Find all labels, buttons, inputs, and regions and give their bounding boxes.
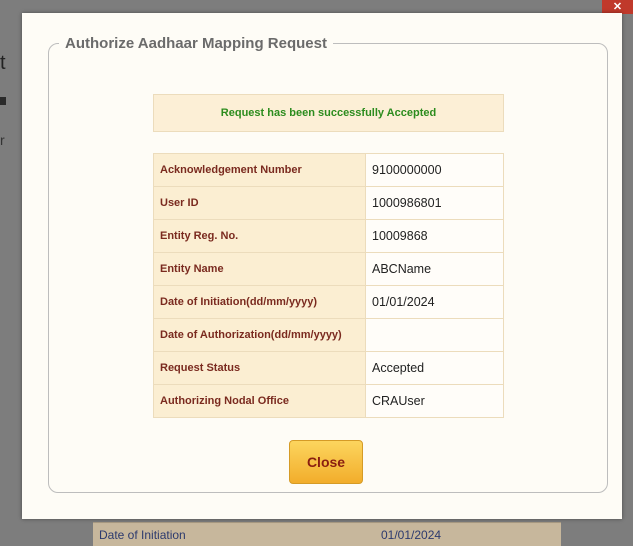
table-row: Date of Initiation(dd/mm/yyyy) 01/01/202…: [153, 285, 504, 319]
background-text-fragment: r: [0, 132, 5, 148]
background-table-row: Date of Initiation 01/01/2024: [93, 522, 561, 546]
table-row: Entity Reg. No. 10009868: [153, 219, 504, 253]
table-row: Acknowledgement Number 9100000000: [153, 153, 504, 187]
row-value: Accepted: [365, 351, 504, 385]
row-label: Date of Initiation(dd/mm/yyyy): [153, 285, 366, 319]
row-label: Date of Authorization(dd/mm/yyyy): [153, 318, 366, 352]
background-row-value: 01/01/2024: [381, 528, 442, 542]
close-button[interactable]: Close: [289, 440, 363, 484]
row-value: 1000986801: [365, 186, 504, 220]
background-heading-fragment: t: [0, 52, 6, 74]
row-label: Entity Reg. No.: [153, 219, 366, 253]
table-row: Request Status Accepted: [153, 351, 504, 385]
row-value: 01/01/2024: [365, 285, 504, 319]
dialog-title: Authorize Aadhaar Mapping Request: [65, 35, 327, 52]
row-label: Request Status: [153, 351, 366, 385]
authorize-dialog: Authorize Aadhaar Mapping Request Reques…: [22, 13, 622, 519]
row-value: CRAUser: [365, 384, 504, 418]
row-label: Entity Name: [153, 252, 366, 286]
background-row-label: Date of Initiation: [99, 528, 186, 542]
row-label: User ID: [153, 186, 366, 220]
row-value: ABCName: [365, 252, 504, 286]
table-row: User ID 1000986801: [153, 186, 504, 220]
success-message: Request has been successfully Accepted: [153, 94, 504, 132]
table-row: Entity Name ABCName: [153, 252, 504, 286]
table-row: Date of Authorization(dd/mm/yyyy): [153, 318, 504, 352]
background-bullet: [0, 97, 6, 105]
row-value: 10009868: [365, 219, 504, 253]
row-label: Acknowledgement Number: [153, 153, 366, 187]
row-value: [365, 318, 504, 352]
close-icon[interactable]: ✕: [602, 0, 633, 14]
table-row: Authorizing Nodal Office CRAUser: [153, 384, 504, 418]
request-details-table: Acknowledgement Number 9100000000 User I…: [153, 153, 504, 418]
row-value: 9100000000: [365, 153, 504, 187]
row-label: Authorizing Nodal Office: [153, 384, 366, 418]
